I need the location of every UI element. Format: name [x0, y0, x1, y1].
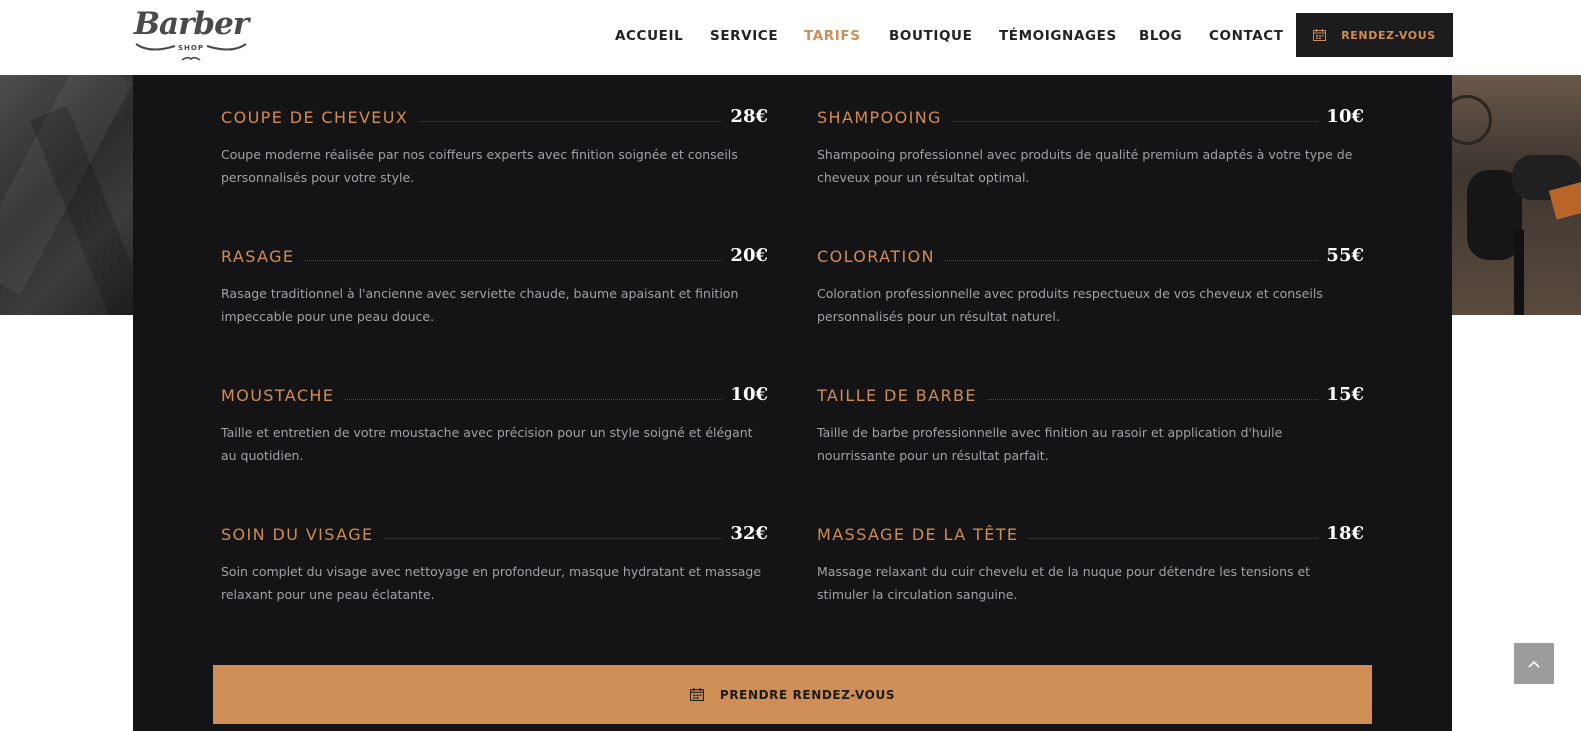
- service-description: Rasage traditionnel à l'ancienne avec se…: [221, 286, 739, 324]
- nav-item-temoignages[interactable]: TÉMOIGNAGES: [999, 26, 1117, 46]
- pricing-panel: COUPE DE CHEVEUX 28€ Coupe moderne réali…: [133, 75, 1452, 731]
- service-description: Soin complet du visage avec nettoyage en…: [221, 564, 762, 602]
- calendar-icon: [1313, 29, 1327, 41]
- price-item: COUPE DE CHEVEUX 28€ Coupe moderne réali…: [221, 104, 768, 189]
- service-price: 32€: [722, 521, 768, 547]
- service-name: MOUSTACHE: [221, 383, 345, 409]
- book-appointment-label: PRENDRE RENDEZ-VOUS: [719, 687, 896, 702]
- service-price: 55€: [1318, 243, 1364, 269]
- background-photo-left: [0, 75, 133, 315]
- service-description: Taille et entretien de votre moustache a…: [221, 425, 753, 463]
- brand-logo[interactable]: Barber SHOP: [130, 4, 252, 64]
- price-item: TAILLE DE BARBE 15€ Taille de barbe prof…: [817, 382, 1364, 467]
- service-name: SOIN DU VISAGE: [221, 522, 384, 548]
- price-item: RASAGE 20€ Rasage traditionnel à l'ancie…: [221, 243, 768, 328]
- service-name: RASAGE: [221, 244, 305, 270]
- site-header: Barber SHOP ACCUEIL SERVICE TARIFS BOUTI…: [0, 0, 1581, 75]
- rendez-vous-button[interactable]: RENDEZ-VOUS: [1296, 13, 1453, 57]
- price-item: SOIN DU VISAGE 32€ Soin complet du visag…: [221, 521, 768, 606]
- service-name: COUPE DE CHEVEUX: [221, 105, 419, 131]
- service-price: 10€: [1318, 104, 1364, 130]
- service-price: 10€: [722, 382, 768, 408]
- nav-item-blog[interactable]: BLOG: [1139, 26, 1182, 46]
- logo-sub-text: SHOP: [178, 44, 204, 52]
- chevron-up-icon: [1528, 660, 1540, 668]
- book-appointment-button[interactable]: PRENDRE RENDEZ-VOUS: [213, 665, 1372, 724]
- price-item: MASSAGE DE LA TÊTE 18€ Massage relaxant …: [817, 521, 1364, 606]
- price-item: MOUSTACHE 10€ Taille et entretien de vot…: [221, 382, 768, 467]
- price-item: SHAMPOOING 10€ Shampooing professionnel …: [817, 104, 1364, 189]
- service-description: Coloration professionnelle avec produits…: [817, 286, 1323, 324]
- service-name: COLORATION: [817, 244, 945, 270]
- scroll-to-top-button[interactable]: [1514, 643, 1554, 684]
- price-item: COLORATION 55€ Coloration professionnell…: [817, 243, 1364, 328]
- service-price: 18€: [1318, 521, 1364, 547]
- calendar-icon: [689, 688, 704, 701]
- rendez-vous-label: RENDEZ-VOUS: [1341, 28, 1436, 42]
- nav-item-boutique[interactable]: BOUTIQUE: [889, 26, 972, 46]
- service-name: SHAMPOOING: [817, 105, 952, 131]
- service-price: 15€: [1318, 382, 1364, 408]
- background-photo-right: [1452, 75, 1581, 315]
- service-price: 20€: [722, 243, 768, 269]
- service-description: Taille de barbe professionnelle avec fin…: [817, 425, 1283, 463]
- service-name: MASSAGE DE LA TÊTE: [817, 522, 1029, 548]
- service-description: Coupe moderne réalisée par nos coiffeurs…: [221, 147, 738, 185]
- nav-item-tarifs[interactable]: TARIFS: [804, 26, 861, 46]
- nav-item-service[interactable]: SERVICE: [710, 26, 778, 46]
- service-description: Massage relaxant du cuir chevelu et de l…: [817, 564, 1311, 602]
- nav-item-contact[interactable]: CONTACT: [1209, 26, 1284, 46]
- service-description: Shampooing professionnel avec produits d…: [817, 147, 1353, 185]
- service-price: 28€: [722, 104, 768, 130]
- nav-item-accueil[interactable]: ACCUEIL: [615, 26, 683, 46]
- service-name: TAILLE DE BARBE: [817, 383, 987, 409]
